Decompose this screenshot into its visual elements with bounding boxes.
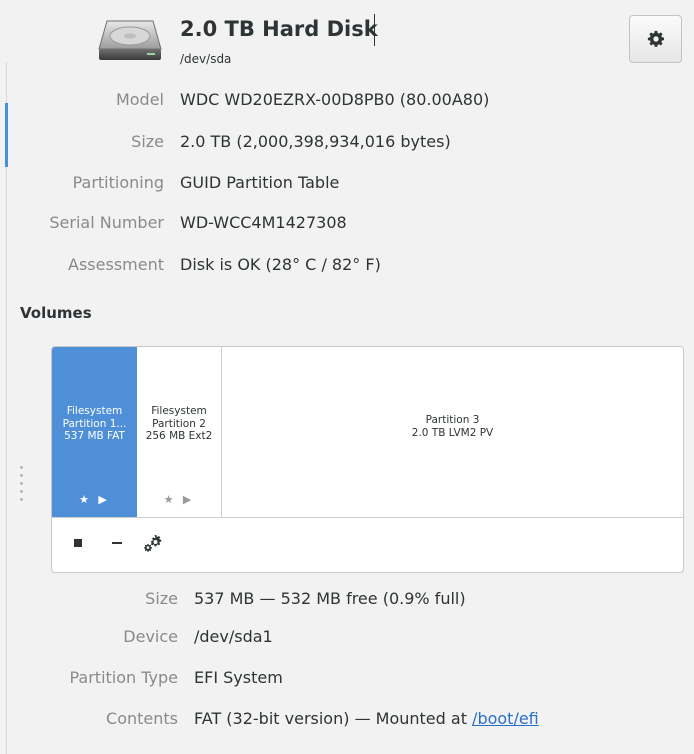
text-cursor xyxy=(374,14,375,46)
partition-1-size: 537 MB FAT xyxy=(64,430,125,442)
model-value: WDC WD20EZRX-00D8PB0 (80.00A80) xyxy=(180,90,490,109)
gears-icon xyxy=(144,535,162,552)
serial-number-label: Serial Number xyxy=(49,213,164,232)
partition-3-text: Partition 3 2.0 TB LVM2 PV xyxy=(222,414,683,439)
volume-device-value: /dev/sda1 xyxy=(194,627,273,646)
serial-number-value: WD-WCC4M1427308 xyxy=(180,213,347,232)
contents-value: FAT (32-bit version) — Mounted at /boot/… xyxy=(194,709,539,728)
pane-resize-handle[interactable] xyxy=(20,466,24,508)
volume-map: Filesystem Partition 1... 537 MB FAT ★ ▶… xyxy=(52,347,683,518)
partition-1-type: Filesystem xyxy=(66,405,123,417)
minus-icon xyxy=(112,542,122,544)
volume-size-value: 537 MB — 532 MB free (0.9% full) xyxy=(194,589,466,608)
partition-1-name: Partition 1... xyxy=(62,417,127,430)
partition-2-block[interactable]: Filesystem Partition 2 256 MB Ext2 ★ ▶ xyxy=(137,347,222,517)
assessment-label: Assessment xyxy=(68,255,164,274)
partition-2-type: Filesystem xyxy=(151,405,207,417)
partition-2-size: 256 MB Ext2 xyxy=(145,430,213,442)
volumes-heading: Volumes xyxy=(20,304,92,322)
partition-1-text: Filesystem Partition 1... 537 MB FAT xyxy=(52,405,137,443)
disk-device-path: /dev/sda xyxy=(180,52,232,66)
sidebar-selection-marker xyxy=(5,103,8,167)
disk-title: 2.0 TB Hard Disk xyxy=(180,17,378,41)
partition-3-size: 2.0 TB LVM2 PV xyxy=(411,426,494,439)
partitioning-label: Partitioning xyxy=(72,173,164,192)
partition-type-value: EFI System xyxy=(194,668,283,687)
partition-options-button[interactable] xyxy=(140,531,166,555)
partition-1-mounted-icons: ★ ▶ xyxy=(79,493,110,506)
assessment-value: Disk is OK (28° C / 82° F) xyxy=(180,255,381,274)
size-label: Size xyxy=(131,132,164,151)
size-value: 2.0 TB (2,000,398,934,016 bytes) xyxy=(180,132,451,151)
partition-2-text: Filesystem Partition 2 256 MB Ext2 xyxy=(137,405,221,443)
hard-disk-icon xyxy=(97,17,163,63)
partition-3-block[interactable]: Partition 3 2.0 TB LVM2 PV xyxy=(222,347,683,517)
partition-2-name: Partition 2 xyxy=(152,417,206,430)
stop-icon xyxy=(74,539,82,547)
partition-1-block[interactable]: Filesystem Partition 1... 537 MB FAT ★ ▶ xyxy=(52,347,137,517)
drive-settings-button[interactable] xyxy=(629,15,682,63)
partition-type-label: Partition Type xyxy=(69,668,178,687)
volume-size-label: Size xyxy=(145,589,178,608)
contents-text: FAT (32-bit version) — Mounted at xyxy=(194,709,473,728)
volumes-panel: Filesystem Partition 1... 537 MB FAT ★ ▶… xyxy=(51,346,684,573)
model-label: Model xyxy=(115,90,164,109)
volume-device-label: Device xyxy=(123,627,178,646)
unmount-button[interactable] xyxy=(68,531,88,555)
delete-partition-button[interactable] xyxy=(106,531,128,555)
partitioning-value: GUID Partition Table xyxy=(180,173,340,192)
gear-icon xyxy=(647,30,664,47)
partition-2-icons: ★ ▶ xyxy=(163,493,195,506)
mount-point-link[interactable]: /boot/efi xyxy=(472,709,539,728)
partition-3-name: Partition 3 xyxy=(425,414,480,426)
volume-toolbar xyxy=(52,519,683,572)
contents-label: Contents xyxy=(106,709,178,728)
